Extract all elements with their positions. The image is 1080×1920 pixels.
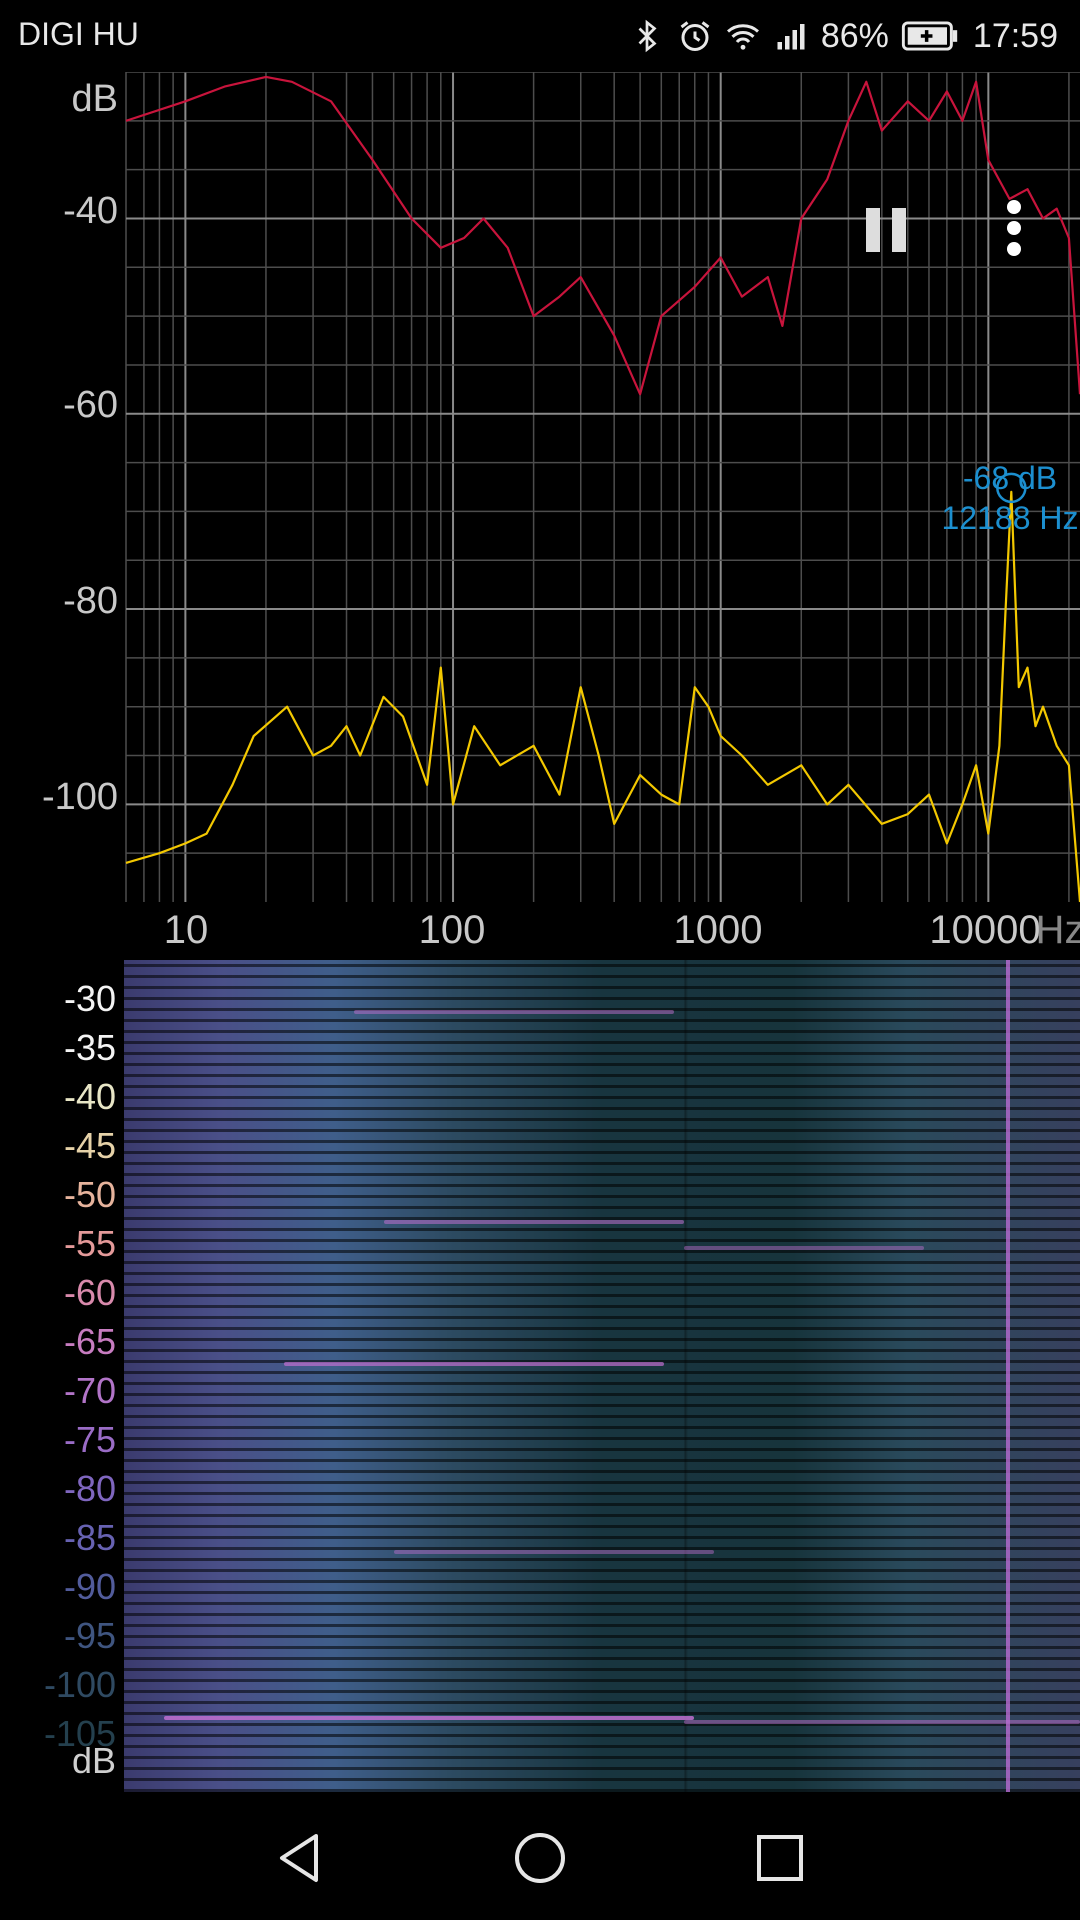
y-tick-label: -40 xyxy=(63,190,118,232)
menu-dot xyxy=(1007,200,1021,214)
colorbar-tick-label: -45 xyxy=(63,1125,116,1166)
menu-dot xyxy=(1007,242,1021,256)
spectrum-chart xyxy=(125,72,1080,903)
spectrogram-trace xyxy=(354,1010,674,1014)
colorbar-tick-label: -75 xyxy=(63,1419,116,1460)
alarm-icon xyxy=(680,21,710,51)
spectrogram-trace xyxy=(284,1362,664,1366)
x-tick-label: 10000 xyxy=(929,908,1041,952)
colorbar-tick-label: -60 xyxy=(63,1272,116,1313)
home-circle-icon[interactable] xyxy=(512,1830,568,1886)
pause-icon xyxy=(866,208,880,252)
spectrogram-trace xyxy=(684,1720,1080,1724)
colorbar-tick-label: -65 xyxy=(63,1321,116,1362)
pause-icon-bar xyxy=(892,208,906,252)
spectrogram-panel[interactable]: -30 -35 -40 -45 -50 -55 -60 -65 -70 -75 -80 -85 -90 -… xyxy=(0,956,1080,1792)
navigation-bar xyxy=(0,1792,1080,1920)
colorbar-unit: dB xyxy=(71,1740,116,1781)
live-spectrum-trace xyxy=(125,490,1080,903)
status-bar: DIGI HU 86% 17:59 xyxy=(0,0,1080,72)
spectrogram-trace xyxy=(394,1550,714,1554)
x-tick-label: 100 xyxy=(418,908,486,952)
pause-button[interactable] xyxy=(866,208,912,252)
peak-frequency-label: 12188 Hz xyxy=(941,500,1079,536)
spectrum-plot[interactable]: dB -40 -60 -80 -100 10 100 1000 10000 Hz… xyxy=(0,72,1080,1014)
colorbar-tick-label: -30 xyxy=(63,978,116,1019)
peak-level-label: -68 dB xyxy=(962,460,1058,496)
x-tick-label: 1000 xyxy=(673,908,763,952)
y-tick-label: -60 xyxy=(63,384,118,426)
colorbar-tick-label: -40 xyxy=(63,1076,116,1117)
colorbar-tick-label: -35 xyxy=(63,1027,116,1068)
spectrogram-peak-line xyxy=(1006,960,1010,1792)
x-tick-label: 10 xyxy=(163,908,209,952)
clock: 17:59 xyxy=(972,16,1058,55)
y-axis-unit: dB xyxy=(71,78,118,120)
back-triangle-icon[interactable] xyxy=(272,1830,328,1886)
spectrogram-trace xyxy=(684,1246,924,1250)
colorbar-tick-label: -70 xyxy=(63,1370,116,1411)
colorbar-tick-label: -55 xyxy=(63,1223,116,1264)
colorbar-tick-label: -90 xyxy=(63,1566,116,1607)
battery-percent: 86% xyxy=(820,16,889,55)
more-options-button[interactable] xyxy=(1000,200,1030,256)
colorbar-tick-label: -50 xyxy=(63,1174,116,1215)
x-axis-unit: Hz xyxy=(1035,908,1080,952)
colorbar-tick-label: -95 xyxy=(63,1615,116,1656)
spectrogram-trace xyxy=(164,1716,694,1720)
recents-square-icon[interactable] xyxy=(752,1830,808,1886)
battery-charging-icon xyxy=(901,21,958,51)
colorbar-tick-label: -100 xyxy=(43,1664,116,1705)
spectrogram-trace xyxy=(384,1220,684,1224)
status-icons: 86% 17:59 xyxy=(629,12,1058,60)
spectrogram-image xyxy=(124,960,1080,1792)
signal-icon xyxy=(777,24,805,50)
menu-dot xyxy=(1007,221,1021,235)
y-tick-label: -100 xyxy=(41,776,118,818)
bluetooth-icon xyxy=(638,19,657,53)
max-hold-trace xyxy=(125,75,1080,396)
wifi-icon xyxy=(726,24,759,50)
colorbar-tick-label: -85 xyxy=(63,1517,116,1558)
colorbar-tick-label: -80 xyxy=(63,1468,116,1509)
carrier-name: DIGI HU xyxy=(18,16,139,52)
y-tick-label: -80 xyxy=(63,580,118,622)
